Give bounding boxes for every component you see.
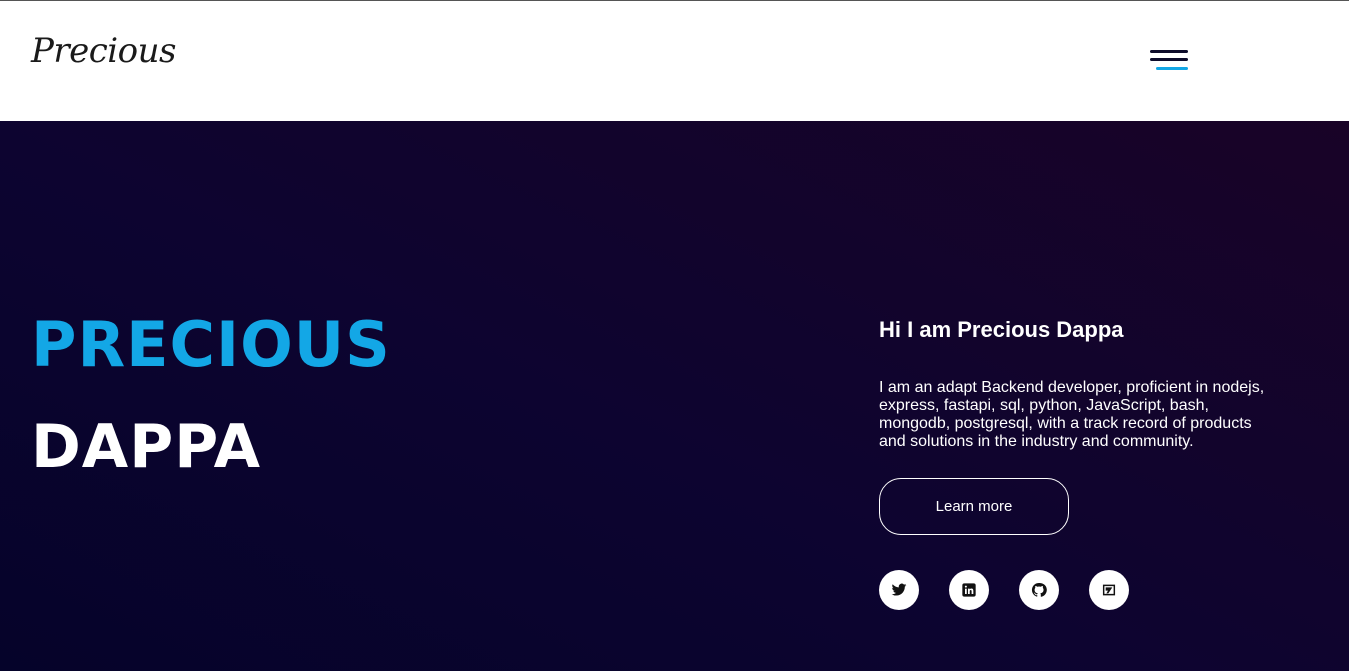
hero-section: PRECIOUS DAPPA Hi I am Precious Dappa I …	[0, 121, 1349, 671]
github-icon	[1031, 582, 1047, 597]
menu-bar-middle	[1150, 58, 1188, 61]
hero-last-name: DAPPA	[31, 412, 262, 482]
hero-greeting: Hi I am Precious Dappa	[879, 317, 1124, 342]
hero-first-name: PRECIOUS	[31, 308, 391, 381]
menu-bar-bottom	[1156, 67, 1188, 70]
linkedin-link[interactable]	[949, 570, 989, 610]
site-header: Precious	[0, 1, 1349, 121]
twitter-link[interactable]	[879, 570, 919, 610]
twitter-icon	[891, 583, 907, 596]
github-link[interactable]	[1019, 570, 1059, 610]
learn-more-button[interactable]: Learn more	[879, 478, 1069, 535]
linkedin-icon	[962, 583, 976, 597]
hashnode-icon	[1102, 584, 1116, 596]
hamburger-menu-icon[interactable]	[1148, 46, 1192, 76]
menu-bar-top	[1150, 50, 1188, 53]
hero-bio: I am an adapt Backend developer, profici…	[879, 379, 1265, 450]
site-logo[interactable]: Precious	[31, 31, 176, 71]
hashnode-link[interactable]	[1089, 570, 1129, 610]
